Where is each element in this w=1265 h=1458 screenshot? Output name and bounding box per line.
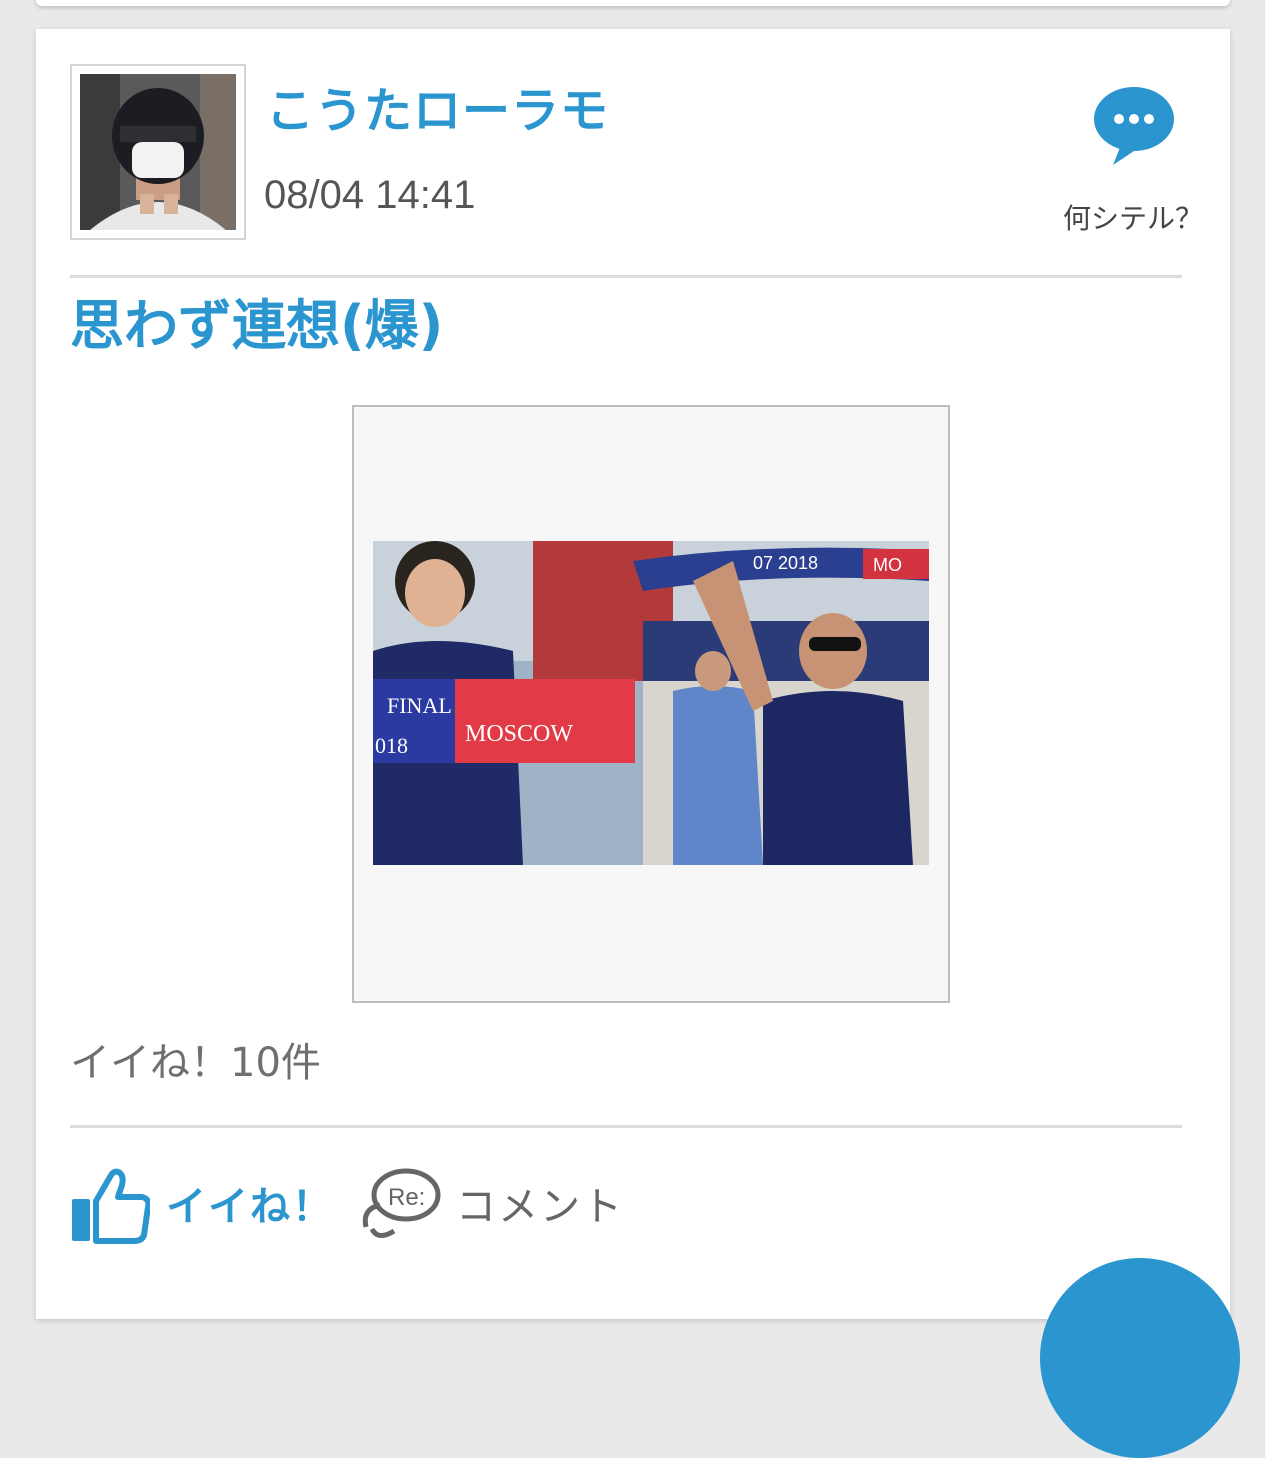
like-label: イイね！	[166, 1184, 334, 1230]
scarf-text-2: MO	[873, 555, 902, 575]
banner-line1: FINAL	[387, 693, 452, 718]
footer-divider	[70, 1125, 1182, 1128]
comment-button[interactable]: Re: コメント	[358, 1165, 658, 1245]
comment-label: コメント	[456, 1184, 624, 1230]
status-label[interactable]: 何シテル？	[1063, 205, 1203, 233]
username[interactable]: こうたローラモ	[266, 87, 609, 135]
likes-count[interactable]: イイね！10件	[70, 1043, 321, 1083]
header-divider	[70, 275, 1182, 278]
speech-bubble-icon[interactable]	[1091, 85, 1177, 165]
post-title: 思わず連想(爆)	[70, 294, 444, 357]
user-avatar[interactable]	[70, 64, 246, 240]
like-button[interactable]: イイね！	[70, 1165, 332, 1245]
banner-line2: 018	[375, 733, 408, 758]
post-photo[interactable]: 07 2018 MO FINAL 018 MOSCOW	[352, 405, 950, 1003]
re-comment-icon: Re:	[362, 1168, 441, 1238]
banner-city: MOSCOW	[465, 721, 573, 747]
post-card: こうたローラモ 08/04 14:41 何シテル？ 思わず連想(爆) 07 20…	[36, 29, 1230, 1319]
scarf-text: 07 2018	[753, 553, 818, 573]
photo-image: 07 2018 MO FINAL 018 MOSCOW	[373, 541, 929, 865]
avatar-photo	[80, 74, 236, 230]
thumbs-up-icon	[72, 1168, 150, 1244]
floating-action-button[interactable]	[1040, 1258, 1240, 1458]
re-icon-text: Re:	[388, 1184, 425, 1211]
previous-post-card	[36, 0, 1230, 6]
post-timestamp: 08/04 14:41	[264, 173, 476, 217]
